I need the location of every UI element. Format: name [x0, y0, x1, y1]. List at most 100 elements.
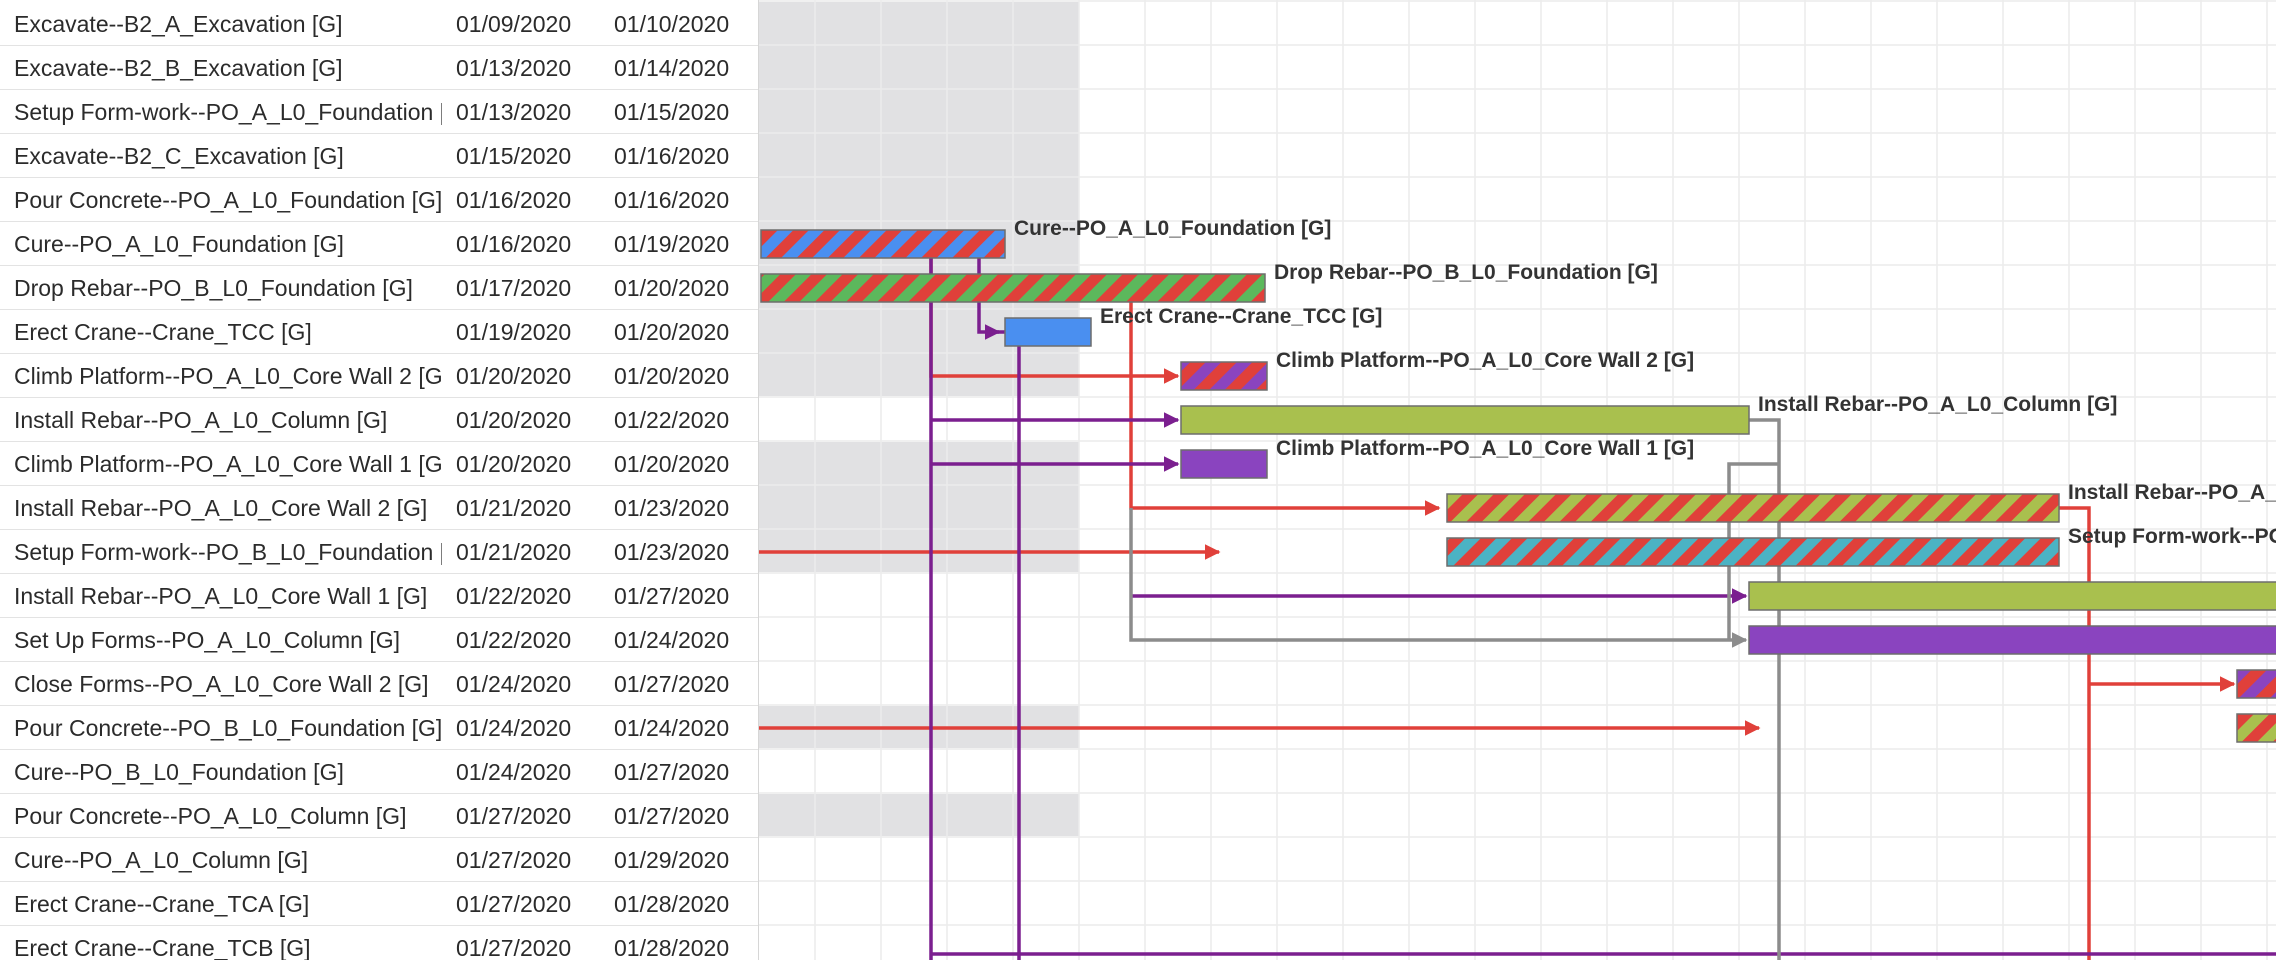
- task-end-date: 01/10/2020: [614, 11, 730, 37]
- task-start-date: 01/19/2020: [456, 319, 572, 345]
- task-row[interactable]: Climb Platform--PO_A_L0_Core Wall 1 [G] 0…: [0, 442, 758, 486]
- task-row[interactable]: Pour Concrete--PO_B_L0_Foundation [G] 01/…: [0, 706, 758, 750]
- dependency-link[interactable]: [989, 330, 1021, 960]
- task-name: Excavate--B2_B_Excavation [G]: [14, 55, 343, 81]
- task-end-date: 01/28/2020: [614, 891, 730, 917]
- task-bar-label: Install Rebar--PO_A_L0_Column [G]: [1758, 393, 2117, 416]
- task-bar[interactable]: [760, 273, 1266, 303]
- task-bar[interactable]: [1446, 537, 2060, 567]
- task-row[interactable]: Setup Form-work--PO_A_L0_Foundation [G] 0…: [0, 90, 758, 134]
- task-start-date: 01/21/2020: [456, 539, 572, 565]
- task-start-date: 01/27/2020: [456, 847, 572, 873]
- task-row[interactable]: Set Up Forms--PO_A_L0_Column [G] 01/22/20…: [0, 618, 758, 662]
- task-bar[interactable]: [1446, 493, 2060, 523]
- task-name: Drop Rebar--PO_B_L0_Foundation [G]: [14, 275, 413, 301]
- task-bar[interactable]: [1748, 625, 2276, 655]
- task-row[interactable]: Excavate--B2_A_Excavation [G] 01/09/2020 0…: [0, 2, 758, 46]
- task-bar[interactable]: [1180, 449, 1268, 479]
- task-end-date: 01/20/2020: [614, 319, 730, 345]
- task-end-date: 01/29/2020: [614, 847, 730, 873]
- task-row[interactable]: Cure--PO_A_L0_Foundation [G] 01/16/2020 01…: [0, 222, 758, 266]
- task-start-date: 01/21/2020: [456, 495, 572, 521]
- task-name: Pour Concrete--PO_A_L0_Foundation [G]: [14, 187, 442, 213]
- task-name: Install Rebar--PO_A_L0_Core Wall 1 [G]: [14, 583, 428, 609]
- task-bar-label: Drop Rebar--PO_B_L0_Foundation [G]: [1274, 261, 1658, 284]
- task-name: Install Rebar--PO_A_L0_Column [G]: [14, 407, 388, 433]
- task-end-date: 01/20/2020: [614, 363, 730, 389]
- task-name: Excavate--B2_A_Excavation [G]: [14, 11, 343, 37]
- task-start-date: 01/27/2020: [456, 935, 572, 960]
- task-end-date: 01/27/2020: [614, 583, 730, 609]
- task-name: Erect Crane--Crane_TCC [G]: [14, 319, 312, 345]
- task-table: Excavate--B2_A_Excavation [G] 01/09/2020 0…: [0, 0, 758, 960]
- dependency-link[interactable]: [1727, 462, 1779, 596]
- task-end-date: 01/16/2020: [614, 187, 730, 213]
- task-row[interactable]: Drop Rebar--PO_B_L0_Foundation [G] 01/17/…: [0, 266, 758, 310]
- dependency-link[interactable]: [2059, 506, 2091, 960]
- task-start-date: 01/16/2020: [456, 187, 572, 213]
- task-start-date: 01/13/2020: [456, 55, 572, 81]
- task-end-date: 01/24/2020: [614, 715, 730, 741]
- task-end-date: 01/15/2020: [614, 99, 730, 125]
- gantt-canvas: Cure--PO_A_L0_Foundation [G] Drop Rebar--…: [759, 0, 2276, 960]
- task-row[interactable]: Erect Crane--Crane_TCA [G] 01/27/2020 01/2…: [0, 882, 758, 926]
- task-row[interactable]: Pour Concrete--PO_A_L0_Column [G] 01/27/2…: [0, 794, 758, 838]
- task-name: Erect Crane--Crane_TCB [G]: [14, 935, 311, 960]
- task-end-date: 01/23/2020: [614, 495, 730, 521]
- task-row[interactable]: Install Rebar--PO_A_L0_Core Wall 1 [G] 01…: [0, 574, 758, 618]
- task-row[interactable]: Climb Platform--PO_A_L0_Core Wall 2 [G] 0…: [0, 354, 758, 398]
- task-bar[interactable]: [760, 229, 1006, 259]
- task-start-date: 01/15/2020: [456, 143, 572, 169]
- task-name: Excavate--B2_C_Excavation [G]: [14, 143, 344, 169]
- task-name: Setup Form-work--PO_B_L0_Foundation [G]: [14, 539, 442, 565]
- task-bar[interactable]: [1180, 405, 1750, 435]
- task-name: Close Forms--PO_A_L0_Core Wall 2 [G]: [14, 671, 429, 697]
- task-end-date: 01/14/2020: [614, 55, 730, 81]
- task-row[interactable]: Install Rebar--PO_A_L0_Column [G] 01/20/2…: [0, 398, 758, 442]
- task-name: Setup Form-work--PO_A_L0_Foundation [G]: [14, 99, 442, 125]
- task-bar-label: Climb Platform--PO_A_L0_Core Wall 1 [G]: [1276, 437, 1694, 460]
- task-end-date: 01/20/2020: [614, 451, 730, 477]
- task-row[interactable]: Pour Concrete--PO_A_L0_Foundation [G] 01/…: [0, 178, 758, 222]
- task-start-date: 01/22/2020: [456, 627, 572, 653]
- task-name: Climb Platform--PO_A_L0_Core Wall 1 [G]: [14, 451, 442, 477]
- task-end-date: 01/28/2020: [614, 935, 730, 960]
- task-bar[interactable]: [1180, 361, 1268, 391]
- task-end-date: 01/27/2020: [614, 671, 730, 697]
- task-start-date: 01/17/2020: [456, 275, 572, 301]
- task-name: Pour Concrete--PO_A_L0_Column [G]: [14, 803, 407, 829]
- task-bar[interactable]: [2236, 669, 2276, 699]
- task-bar[interactable]: [2236, 713, 2276, 743]
- task-row[interactable]: Install Rebar--PO_A_L0_Core Wall 2 [G] 01…: [0, 486, 758, 530]
- task-end-date: 01/20/2020: [614, 275, 730, 301]
- task-row[interactable]: Close Forms--PO_A_L0_Core Wall 2 [G] 01/2…: [0, 662, 758, 706]
- task-name: Cure--PO_B_L0_Foundation [G]: [14, 759, 344, 785]
- dependency-link[interactable]: [1129, 508, 1748, 648]
- task-end-date: 01/19/2020: [614, 231, 730, 257]
- task-row[interactable]: Excavate--B2_C_Excavation [G] 01/15/2020 0…: [0, 134, 758, 178]
- task-start-date: 01/16/2020: [456, 231, 572, 257]
- task-bar[interactable]: [1748, 581, 2276, 611]
- task-row[interactable]: Erect Crane--Crane_TCC [G] 01/19/2020 01/2…: [0, 310, 758, 354]
- task-start-date: 01/27/2020: [456, 891, 572, 917]
- task-row[interactable]: Excavate--B2_B_Excavation [G] 01/13/2020 0…: [0, 46, 758, 90]
- task-start-date: 01/22/2020: [456, 583, 572, 609]
- task-bar-label: Erect Crane--Crane_TCC [G]: [1100, 305, 1382, 328]
- task-row[interactable]: Erect Crane--Crane_TCB [G] 01/27/2020 01/2…: [0, 926, 758, 960]
- task-start-date: 01/24/2020: [456, 715, 572, 741]
- task-end-date: 01/22/2020: [614, 407, 730, 433]
- task-end-date: 01/27/2020: [614, 759, 730, 785]
- task-end-date: 01/24/2020: [614, 627, 730, 653]
- task-name: Cure--PO_A_L0_Foundation [G]: [14, 231, 344, 257]
- task-start-date: 01/20/2020: [456, 363, 572, 389]
- task-row[interactable]: Setup Form-work--PO_B_L0_Foundation [G] 0…: [0, 530, 758, 574]
- task-end-date: 01/27/2020: [614, 803, 730, 829]
- task-start-date: 01/27/2020: [456, 803, 572, 829]
- task-start-date: 01/13/2020: [456, 99, 572, 125]
- nonworking-time: [759, 794, 1079, 836]
- task-row[interactable]: Cure--PO_B_L0_Foundation [G] 01/24/2020 01…: [0, 750, 758, 794]
- task-bar[interactable]: [1004, 317, 1092, 347]
- task-name: Set Up Forms--PO_A_L0_Column [G]: [14, 627, 401, 653]
- task-row[interactable]: Cure--PO_A_L0_Column [G] 01/27/2020 01/29/…: [0, 838, 758, 882]
- task-name: Climb Platform--PO_A_L0_Core Wall 2 [G]: [14, 363, 442, 389]
